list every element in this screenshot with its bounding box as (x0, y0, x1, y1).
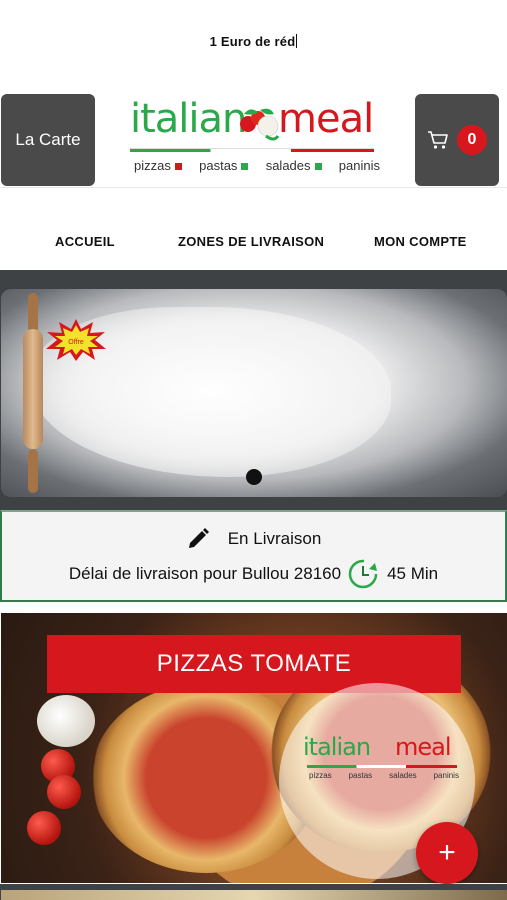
garlic-image (37, 695, 95, 747)
tomato-image (27, 811, 61, 845)
cart-count-badge: 0 (457, 125, 487, 155)
tagline-pastas: pastas (199, 158, 248, 173)
category-title: PIZZAS TOMATE (47, 635, 461, 693)
logo-word-right: meal (278, 96, 374, 142)
app-screen: 1 Euro de réd La Carte italian meal pizz… (0, 0, 507, 900)
carousel-indicator-dot[interactable] (246, 469, 262, 485)
tagline-salades: salades (266, 158, 322, 173)
promo-carousel-slide[interactable]: Offre (1, 289, 507, 497)
delivery-delay-label: Délai de livraison pour Bullou 28160 (68, 564, 342, 583)
clock-icon (348, 559, 378, 589)
next-card-peek (0, 884, 507, 900)
watermark-word-left: italian (303, 733, 371, 761)
offer-starburst-badge: Offre (46, 319, 106, 361)
rolling-pin-handle-bottom (28, 449, 38, 493)
italian-meal-logo[interactable]: italian meal pizzas pastas salades panin… (128, 96, 380, 180)
delivery-info-panel[interactable]: En Livraison Délai de livraison pour Bul… (0, 510, 507, 602)
watermark-word-right: meal (395, 733, 452, 761)
pencil-icon (188, 528, 209, 548)
nav-item-mon-compte[interactable]: MON COMPTE (374, 234, 467, 249)
main-nav: ACCUEIL ZONES DE LIVRAISON MON COMPTE (0, 222, 507, 262)
delivery-mode-label: En Livraison (227, 529, 322, 548)
tagline-paninis: paninis (338, 158, 380, 173)
tomato-image (47, 775, 81, 809)
watermark-tagline: pizzas pastas salades paninis (309, 771, 459, 780)
plus-icon: + (438, 836, 456, 869)
watermark-tagline-salades: salades (389, 771, 417, 780)
text-caret (296, 34, 298, 48)
logo-flag-bar (130, 148, 374, 152)
cart-button[interactable]: 0 (415, 94, 499, 186)
add-button[interactable]: + (416, 822, 478, 884)
cart-icon (428, 131, 448, 149)
rolling-pin-rod (23, 329, 43, 449)
watermark-flag-bar (307, 765, 457, 768)
watermark-tagline-pizzas: pizzas (309, 771, 332, 780)
logo-word-left: italian (130, 96, 247, 142)
promo-text: 1 Euro de réd (209, 34, 296, 49)
delivery-delay-row: Délai de livraison pour Bullou 28160 45 … (2, 557, 505, 591)
delivery-mode-row: En Livraison (2, 527, 505, 551)
watermark-tagline-pastas: pastas (348, 771, 373, 780)
app-header: La Carte italian meal pizzas pastas sala… (0, 92, 507, 188)
delivery-delay-value: 45 Min (387, 564, 439, 583)
next-card-image (1, 890, 507, 900)
rolling-pin-handle-top (28, 293, 38, 333)
la-carte-label: La Carte (15, 130, 81, 149)
la-carte-button[interactable]: La Carte (1, 94, 95, 186)
offer-badge-text: Offre (68, 339, 84, 346)
promo-ticker: 1 Euro de réd (0, 34, 507, 49)
logo-tagline: pizzas pastas salades paninis (134, 158, 380, 173)
tomato-mozzarella-logo-icon (240, 108, 280, 141)
rolling-pin-image (19, 289, 47, 497)
watermark-tagline-paninis: paninis (433, 771, 459, 780)
nav-item-accueil[interactable]: ACCUEIL (55, 234, 115, 249)
nav-item-zones-de-livraison[interactable]: ZONES DE LIVRAISON (178, 234, 324, 249)
tagline-pizzas: pizzas (134, 158, 182, 173)
